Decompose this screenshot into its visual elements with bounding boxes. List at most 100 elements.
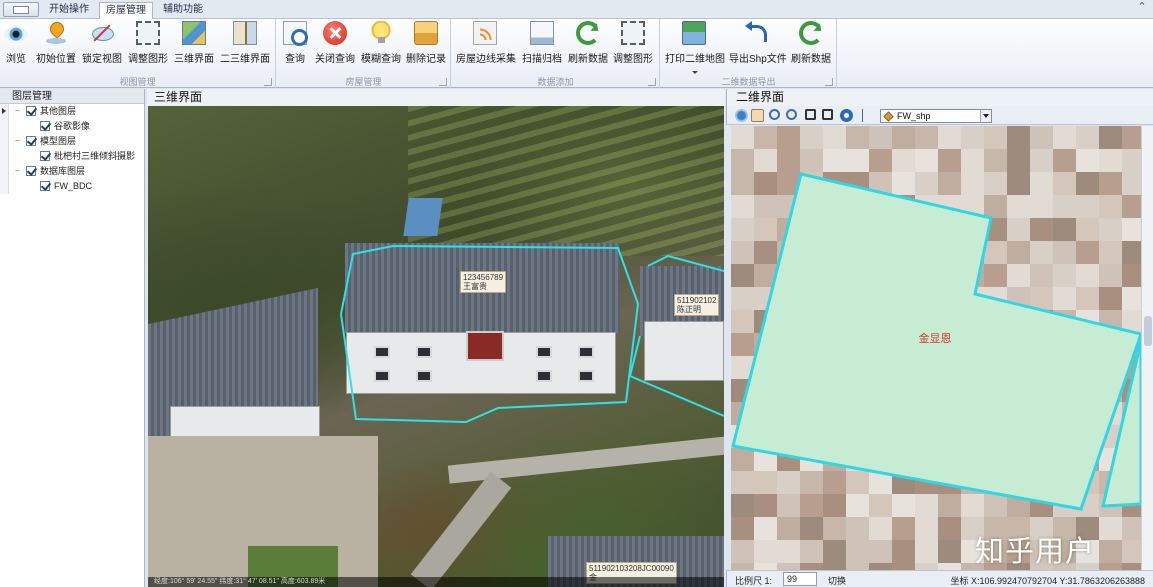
group-data-add: 房屋边线采集 扫描归档 刷新数据 调整图形 数据添加	[452, 19, 660, 88]
adjust-shape-2-button[interactable]: 调整图形	[613, 21, 653, 69]
row-selector[interactable]	[0, 149, 9, 164]
fuzzy-query-label: 模糊查询	[361, 54, 401, 65]
refresh-data-2-label: 刷新数据	[791, 54, 831, 65]
tree-row-database-layers[interactable]: − 数据库图层	[0, 164, 144, 179]
2d-3d-view-button[interactable]: 二三维界面	[220, 21, 270, 69]
refresh-data-button[interactable]: 刷新数据	[568, 21, 608, 69]
tree-row-oblique-model[interactable]: 枇杷村三维倾斜摄影	[0, 149, 144, 164]
layer-checkbox[interactable]	[40, 121, 50, 131]
print-map-label: 打印二维地图	[665, 54, 725, 65]
view-2d-title: 二维界面	[726, 89, 1153, 106]
map-2d-canvas[interactable]: 金显恩	[731, 126, 1141, 570]
house-label-main[interactable]: 123456789 王富贵	[460, 271, 507, 293]
close-query-button[interactable]: 关闭查询	[315, 21, 355, 69]
scale-input[interactable]: 99	[783, 572, 817, 586]
layer-select[interactable]: FW_shp	[880, 109, 992, 123]
layer-checkbox[interactable]	[40, 151, 50, 161]
initial-position-button[interactable]: 初始位置	[36, 21, 76, 69]
tab-start[interactable]: 开始操作	[43, 2, 95, 19]
refresh-icon	[799, 21, 823, 45]
scrollbar-thumb[interactable]	[1144, 316, 1152, 346]
application-menu-button[interactable]	[3, 2, 39, 17]
group-label-house: 房屋管理	[345, 77, 382, 87]
select-rect-icon	[136, 21, 160, 45]
zoom-layer-icon[interactable]	[822, 109, 833, 120]
tab-house-management[interactable]: 房屋管理	[99, 2, 153, 19]
house-owner: 陈正明	[677, 305, 701, 314]
collect-outline-label: 房屋边线采集	[456, 54, 516, 65]
select-rect-icon	[621, 21, 645, 45]
group-launcher-icon[interactable]	[264, 78, 272, 86]
layer-checkbox[interactable]	[26, 136, 36, 146]
collapse-icon[interactable]: −	[15, 107, 22, 115]
house-code: 123456789	[463, 273, 504, 282]
layer-checkbox[interactable]	[26, 166, 36, 176]
adjust-shape-button[interactable]: 调整图形	[128, 21, 168, 69]
row-selector[interactable]	[0, 134, 9, 149]
map-2d-toolbar: FW_shp	[726, 106, 1153, 125]
group-launcher-icon[interactable]	[439, 78, 447, 86]
current-row-icon	[2, 108, 6, 114]
3d-view-label: 三维界面	[174, 54, 214, 65]
delete-record-button[interactable]: 删除记录	[406, 21, 446, 69]
dropdown-arrow-icon[interactable]	[692, 71, 698, 74]
ribbon-minimize-button[interactable]: ⌃	[1135, 1, 1149, 15]
map-2d-scrollbar[interactable]	[1141, 126, 1153, 570]
house-label-right[interactable]: 511902102 陈正明	[674, 294, 720, 316]
tree-row-fw-bdc[interactable]: FW_BDC	[0, 179, 144, 194]
query-label: 查询	[285, 54, 305, 65]
row-selector[interactable]	[0, 119, 9, 134]
layer-checkbox[interactable]	[26, 106, 36, 116]
refresh-data-label: 刷新数据	[568, 54, 608, 65]
chevron-down-icon[interactable]	[980, 110, 991, 122]
ribbon-tab-bar: 开始操作 房屋管理 辅助功能 ⌃	[0, 0, 1153, 19]
layer-checkbox[interactable]	[40, 181, 50, 191]
parcel-outline-right[interactable]	[628, 335, 724, 417]
info-icon[interactable]	[840, 109, 853, 122]
group-house-management: 查询 关闭查询 模糊查询 删除记录 房屋管理	[277, 19, 451, 88]
parcel-outline-right-top[interactable]	[647, 254, 724, 272]
full-extent-icon[interactable]	[735, 109, 748, 122]
group-launcher-icon[interactable]	[825, 78, 833, 86]
scan-archive-label: 扫描归档	[522, 54, 562, 65]
tab-auxiliary[interactable]: 辅助功能	[157, 2, 209, 19]
house-owner: 王富贵	[463, 282, 487, 291]
pan-hand-icon[interactable]	[751, 109, 764, 122]
adjust-shape-label: 调整图形	[128, 54, 168, 65]
close-query-label: 关闭查询	[315, 54, 355, 65]
layer-label: 数据库图层	[40, 166, 86, 176]
scan-archive-button[interactable]: 扫描归档	[522, 21, 562, 69]
refresh-data-2-button[interactable]: 刷新数据	[791, 21, 831, 69]
layer-panel: 图层管理 − 其他图层 谷歌影像 − 模型图层 枇杷村三维倾斜摄影 − 数据库图…	[0, 89, 145, 587]
query-button[interactable]: 查询	[281, 21, 309, 69]
split-view-icon	[233, 21, 257, 45]
fuzzy-query-button[interactable]: 模糊查询	[361, 21, 401, 69]
collapse-icon[interactable]: −	[15, 167, 22, 175]
print-map-button[interactable]: 打印二维地图	[665, 21, 725, 74]
view-3d-title: 三维界面	[147, 89, 725, 106]
watermark: 知乎用户	[975, 536, 1096, 568]
switch-button[interactable]: 切换	[828, 574, 846, 587]
view-3d-scene[interactable]: 123456789 王富贵 511902102 陈正明 511902103208…	[148, 106, 724, 587]
2d-3d-view-label: 二三维界面	[220, 54, 270, 65]
collapse-icon[interactable]: −	[15, 137, 22, 145]
zoom-extent-icon[interactable]	[805, 109, 816, 120]
lock-view-button[interactable]: 锁定视图	[82, 21, 122, 69]
tree-row-google-imagery[interactable]: 谷歌影像	[0, 119, 144, 134]
scan-icon	[530, 21, 554, 45]
group-launcher-icon[interactable]	[648, 78, 656, 86]
export-shp-button[interactable]: 导出Shp文件	[729, 21, 787, 69]
select-pointer-icon[interactable]	[858, 109, 867, 122]
row-selector[interactable]	[0, 104, 9, 119]
zoom-in-icon[interactable]	[769, 109, 780, 120]
tree-row-other-layers[interactable]: − 其他图层	[0, 104, 144, 119]
refresh-icon	[576, 21, 600, 45]
browse-button[interactable]: 浏览	[4, 21, 28, 69]
zoom-out-icon[interactable]	[786, 109, 797, 120]
collect-outline-button[interactable]: 房屋边线采集	[456, 21, 516, 69]
3d-view-button[interactable]: 三维界面	[174, 21, 214, 69]
row-selector[interactable]	[0, 164, 9, 179]
house-code: 511902103208JC00090	[589, 564, 674, 573]
tree-row-model-layers[interactable]: − 模型图层	[0, 134, 144, 149]
row-selector[interactable]	[0, 179, 9, 194]
